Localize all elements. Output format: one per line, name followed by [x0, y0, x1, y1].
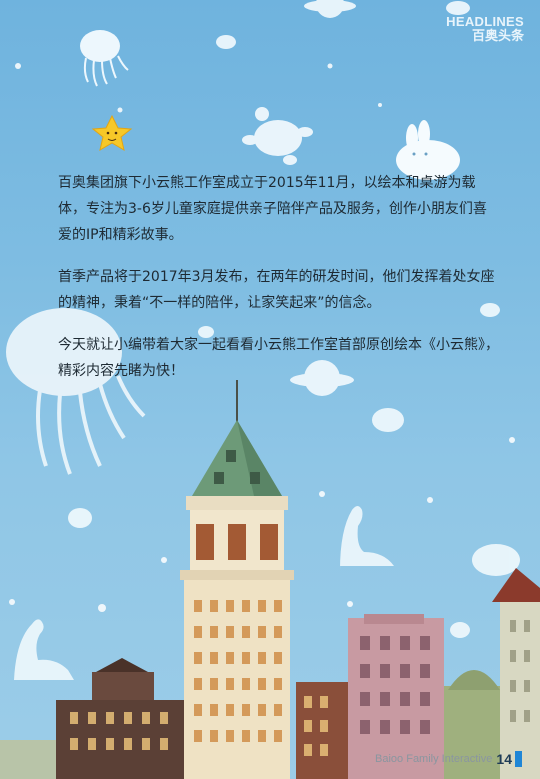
turtle-icon	[242, 107, 313, 165]
article-paragraph: 首季产品将于2017年3月发布，在两年的研发时间，他们发挥着处女座的精神，秉着“…	[58, 269, 495, 311]
star-icon	[117, 107, 123, 113]
star-icon	[347, 601, 353, 607]
turtle-icon	[68, 508, 92, 528]
smiling-star-icon	[91, 114, 133, 152]
fish-icon	[372, 408, 404, 432]
star-icon	[161, 557, 167, 563]
star-icon	[9, 599, 15, 605]
clock-tower	[180, 380, 294, 779]
footer-brand: Baioo Family Interactive	[375, 753, 493, 765]
page-number: 14	[496, 751, 512, 767]
header-title-en: HEADLINES	[446, 14, 524, 29]
page: HEADLINES 百奥头条 百奥集团旗下小云熊工作室成立于2015年11月，以…	[0, 0, 540, 779]
star-icon	[98, 604, 106, 612]
star-icon	[427, 497, 433, 503]
header-title-zh: 百奥头条	[471, 29, 524, 44]
jellyfish-icon	[80, 30, 129, 87]
section-header: HEADLINES 百奥头条	[446, 14, 524, 45]
star-icon	[509, 437, 515, 443]
page-tab-marker	[515, 751, 522, 767]
star-icon	[15, 63, 21, 69]
fish-icon	[472, 544, 520, 576]
page-footer: Baioo Family Interactive 14	[375, 751, 522, 767]
dinosaur-icon	[14, 619, 74, 680]
article-body: 百奥集团旗下小云熊工作室成立于2015年11月，以绘本和桌游为载体，专注为3-6…	[58, 170, 500, 400]
star-icon	[319, 491, 325, 497]
dinosaur-icon	[340, 506, 394, 570]
article-paragraph: 百奥集团旗下小云熊工作室成立于2015年11月，以绘本和桌游为载体，专注为3-6…	[58, 175, 487, 243]
star-icon	[327, 63, 333, 69]
article-paragraph: 今天就让小编带着大家一起看看小云熊工作室首部原创绘本《小云熊》，精彩内容先睹为快…	[58, 337, 499, 379]
star-icon	[378, 103, 382, 107]
